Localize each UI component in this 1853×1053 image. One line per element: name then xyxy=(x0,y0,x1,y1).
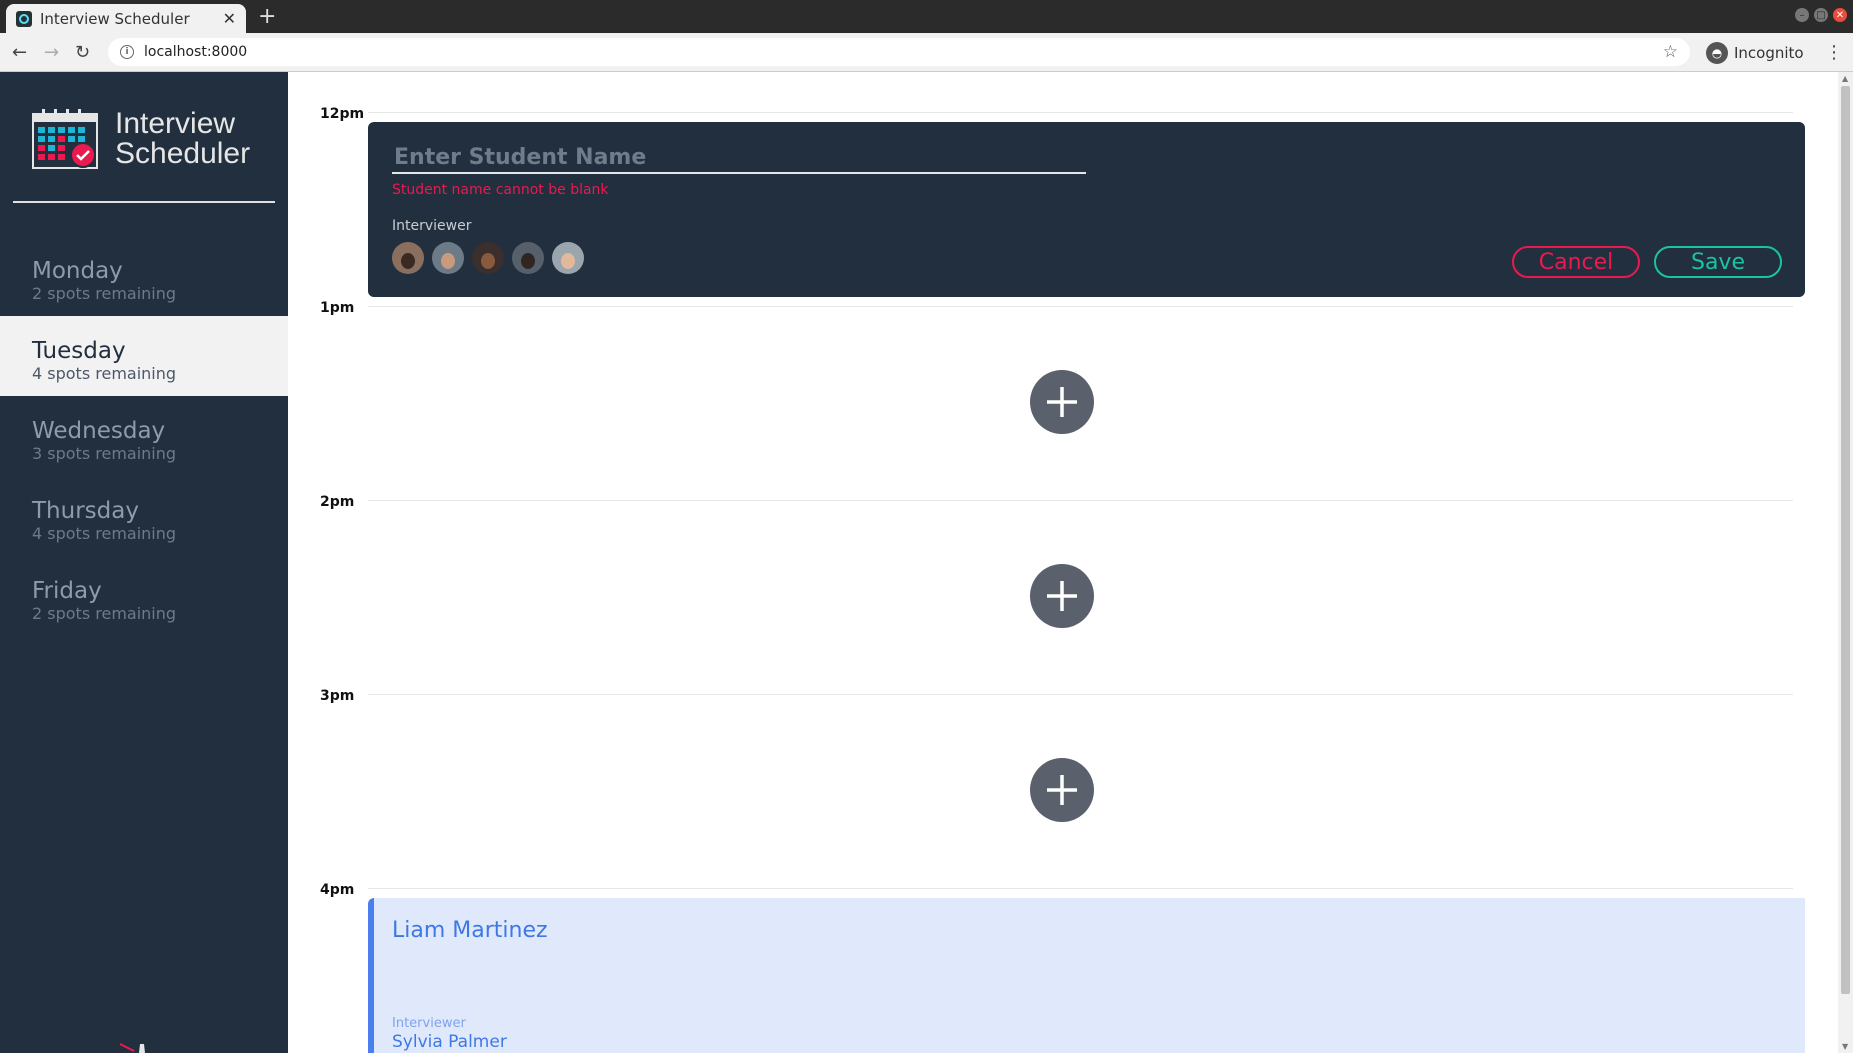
back-arrow-icon[interactable]: ← xyxy=(12,42,27,63)
browser-tab-bar: Interview Scheduler ✕ + – □ ✕ xyxy=(0,0,1853,33)
day-name: Thursday xyxy=(32,498,139,524)
plus-icon xyxy=(1047,387,1077,417)
day-name: Tuesday xyxy=(32,338,126,364)
day-name: Wednesday xyxy=(32,418,166,444)
student-name: Liam Martinez xyxy=(392,918,548,943)
lighthouse-logo-icon xyxy=(120,1043,145,1053)
appointment-2pm: 2pm xyxy=(288,494,1838,694)
page-scrollbar[interactable]: ▲ ▼ xyxy=(1838,72,1853,1053)
slot-divider xyxy=(368,888,1793,889)
minimize-icon[interactable]: – xyxy=(1795,8,1809,22)
react-favicon-icon xyxy=(16,10,32,27)
day-item-monday[interactable]: Monday 2 spots remaining xyxy=(0,236,288,316)
interviewer-label: Interviewer xyxy=(392,1016,466,1031)
day-list: Monday 2 spots remaining Tuesday 4 spots… xyxy=(0,236,288,636)
browser-menu-icon[interactable]: ⋮ xyxy=(1825,42,1843,63)
appointment-12pm: 12pm Student name cannot be blank Interv… xyxy=(288,106,1838,306)
interviewer-name: Sylvia Palmer xyxy=(392,1032,507,1052)
time-label: 12pm xyxy=(320,106,365,122)
window-controls: – □ ✕ xyxy=(1795,8,1847,22)
day-spots: 4 spots remaining xyxy=(32,524,177,543)
app-title-line2: Scheduler xyxy=(115,137,251,170)
forward-arrow-icon[interactable]: → xyxy=(44,42,59,63)
cancel-button[interactable]: Cancel xyxy=(1512,246,1640,278)
app-title-line1: Interview xyxy=(115,107,236,140)
new-tab-button[interactable]: + xyxy=(258,4,276,29)
sidebar-divider xyxy=(13,201,275,203)
interviewer-avatar[interactable] xyxy=(392,242,424,274)
sidebar: Interview Scheduler Monday 2 spots remai… xyxy=(0,72,288,1053)
address-bar[interactable]: i localhost:8000 ☆ xyxy=(108,38,1690,66)
incognito-indicator[interactable]: ◓ Incognito xyxy=(1706,42,1804,64)
app-logo: Interview Scheduler xyxy=(32,108,250,170)
day-item-thursday[interactable]: Thursday 4 spots remaining xyxy=(0,476,288,556)
scroll-thumb[interactable] xyxy=(1841,86,1850,994)
time-label: 2pm xyxy=(320,494,355,510)
bookmark-star-icon[interactable]: ☆ xyxy=(1663,42,1678,62)
day-item-friday[interactable]: Friday 2 spots remaining xyxy=(0,556,288,636)
day-name: Monday xyxy=(32,258,123,284)
save-button[interactable]: Save xyxy=(1654,246,1782,278)
plus-icon xyxy=(1047,775,1077,805)
appointment-1pm: 1pm xyxy=(288,300,1838,500)
slot-divider xyxy=(368,112,1793,113)
day-item-wednesday[interactable]: Wednesday 3 spots remaining xyxy=(0,396,288,476)
browser-tab[interactable]: Interview Scheduler ✕ xyxy=(6,4,246,33)
add-appointment-button[interactable] xyxy=(1030,370,1094,434)
day-item-tuesday[interactable]: Tuesday 4 spots remaining xyxy=(0,316,288,396)
slot-divider xyxy=(368,306,1793,307)
incognito-label: Incognito xyxy=(1734,44,1804,62)
validation-error: Student name cannot be blank xyxy=(392,182,609,198)
calendar-logo-icon xyxy=(32,109,98,169)
day-spots: 4 spots remaining xyxy=(32,364,177,383)
day-name: Friday xyxy=(32,578,102,604)
slot-divider xyxy=(368,694,1793,695)
interviewer-list xyxy=(392,242,584,274)
interviewer-avatar[interactable] xyxy=(552,242,584,274)
schedule: 12pm Student name cannot be blank Interv… xyxy=(288,72,1838,1053)
booked-appointment[interactable]: Liam Martinez Interviewer Sylvia Palmer xyxy=(368,898,1805,1053)
app-title: Interview Scheduler xyxy=(115,109,250,169)
day-spots: 3 spots remaining xyxy=(32,444,177,463)
student-name-input[interactable] xyxy=(392,142,1086,174)
plus-icon xyxy=(1047,581,1077,611)
info-icon[interactable]: i xyxy=(120,45,134,59)
day-spots: 2 spots remaining xyxy=(32,604,177,623)
appointment-3pm: 3pm xyxy=(288,688,1838,888)
time-label: 4pm xyxy=(320,882,355,898)
browser-toolbar: ← → ↻ i localhost:8000 ☆ ◓ Incognito ⋮ xyxy=(0,33,1853,72)
slot-divider xyxy=(368,500,1793,501)
day-spots: 2 spots remaining xyxy=(32,284,177,303)
tab-title: Interview Scheduler xyxy=(40,9,190,28)
scroll-down-icon[interactable]: ▼ xyxy=(1842,1042,1848,1051)
reload-icon[interactable]: ↻ xyxy=(75,42,90,63)
time-label: 3pm xyxy=(320,688,355,704)
interviewer-avatar[interactable] xyxy=(472,242,504,274)
scroll-up-icon[interactable]: ▲ xyxy=(1842,74,1848,83)
add-appointment-button[interactable] xyxy=(1030,758,1094,822)
maximize-icon[interactable]: □ xyxy=(1814,8,1828,22)
add-appointment-button[interactable] xyxy=(1030,564,1094,628)
tab-close-icon[interactable]: ✕ xyxy=(223,9,236,28)
appointment-4pm: 4pm Liam Martinez Interviewer Sylvia Pal… xyxy=(288,882,1838,1053)
time-label: 1pm xyxy=(320,300,355,316)
url-text: localhost:8000 xyxy=(144,44,248,60)
window-close-icon[interactable]: ✕ xyxy=(1833,8,1847,22)
interviewer-avatar[interactable] xyxy=(512,242,544,274)
interviewer-label: Interviewer xyxy=(392,218,472,234)
appointment-form: Student name cannot be blank Interviewer… xyxy=(368,122,1805,297)
incognito-icon: ◓ xyxy=(1706,42,1728,64)
interviewer-avatar[interactable] xyxy=(432,242,464,274)
